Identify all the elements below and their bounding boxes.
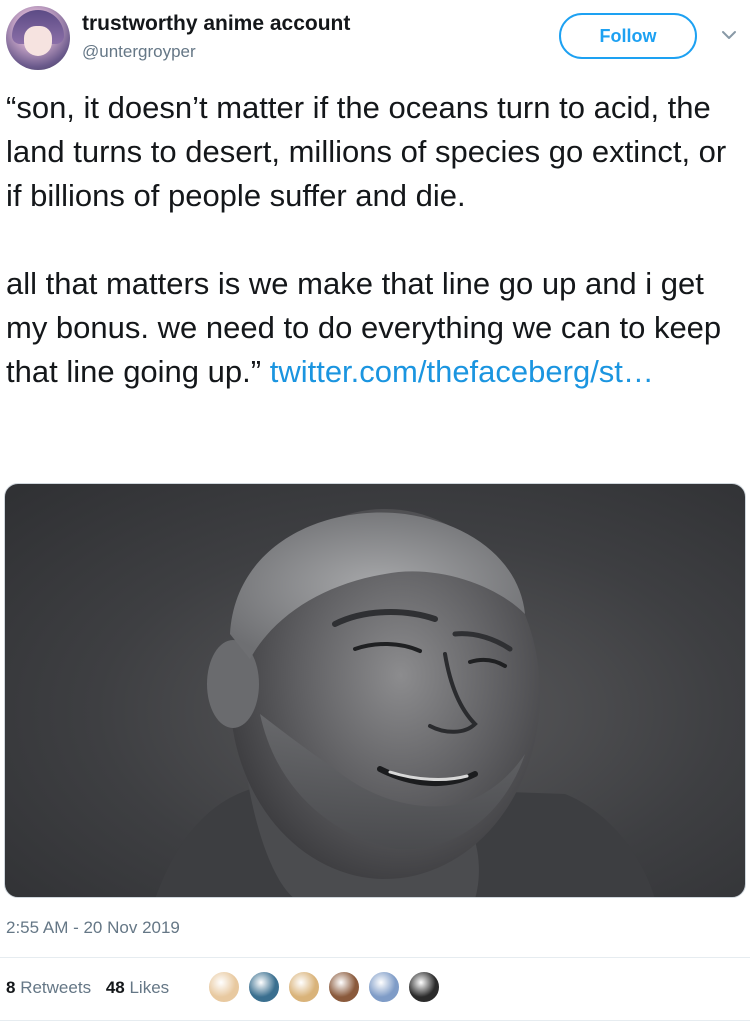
- retweets-label: Retweets: [20, 978, 92, 997]
- divider: [0, 1020, 750, 1021]
- liker-avatar[interactable]: [327, 970, 361, 1004]
- tweet-text: “son, it doesn’t matter if the oceans tu…: [6, 86, 736, 394]
- likes-stat[interactable]: 48 Likes: [106, 978, 169, 997]
- chevron-down-icon[interactable]: [720, 26, 738, 44]
- tweet-timestamp[interactable]: 2:55 AM - 20 Nov 2019: [6, 918, 180, 938]
- liker-avatar[interactable]: [287, 970, 321, 1004]
- user-handle[interactable]: @untergroyper: [82, 42, 196, 62]
- display-name[interactable]: trustworthy anime account: [82, 12, 350, 36]
- liker-avatar[interactable]: [407, 970, 441, 1004]
- engagement-stats: 8 Retweets 48 Likes: [6, 978, 179, 998]
- man-portrait-image: [155, 509, 655, 897]
- likers-avatars: [207, 970, 447, 1006]
- tweet-photo[interactable]: [4, 483, 746, 898]
- divider: [0, 957, 750, 958]
- liker-avatar[interactable]: [367, 970, 401, 1004]
- liker-avatar[interactable]: [247, 970, 281, 1004]
- avatar[interactable]: [6, 6, 70, 70]
- avatar-face: [24, 26, 52, 56]
- tweet-card: trustworthy anime account @untergroyper …: [0, 0, 750, 1027]
- likes-label: Likes: [129, 978, 170, 997]
- tweet-paragraph-2: all that matters is we make that line go…: [6, 262, 736, 394]
- likes-count: 48: [105, 978, 125, 997]
- liker-avatar[interactable]: [207, 970, 241, 1004]
- retweets-count: 8: [6, 978, 16, 997]
- follow-button[interactable]: Follow: [559, 13, 697, 59]
- tweet-link[interactable]: twitter.com/thefaceberg/st…: [270, 354, 654, 389]
- tweet-paragraph-1: “son, it doesn’t matter if the oceans tu…: [6, 90, 727, 213]
- retweets-stat[interactable]: 8 Retweets: [6, 978, 91, 997]
